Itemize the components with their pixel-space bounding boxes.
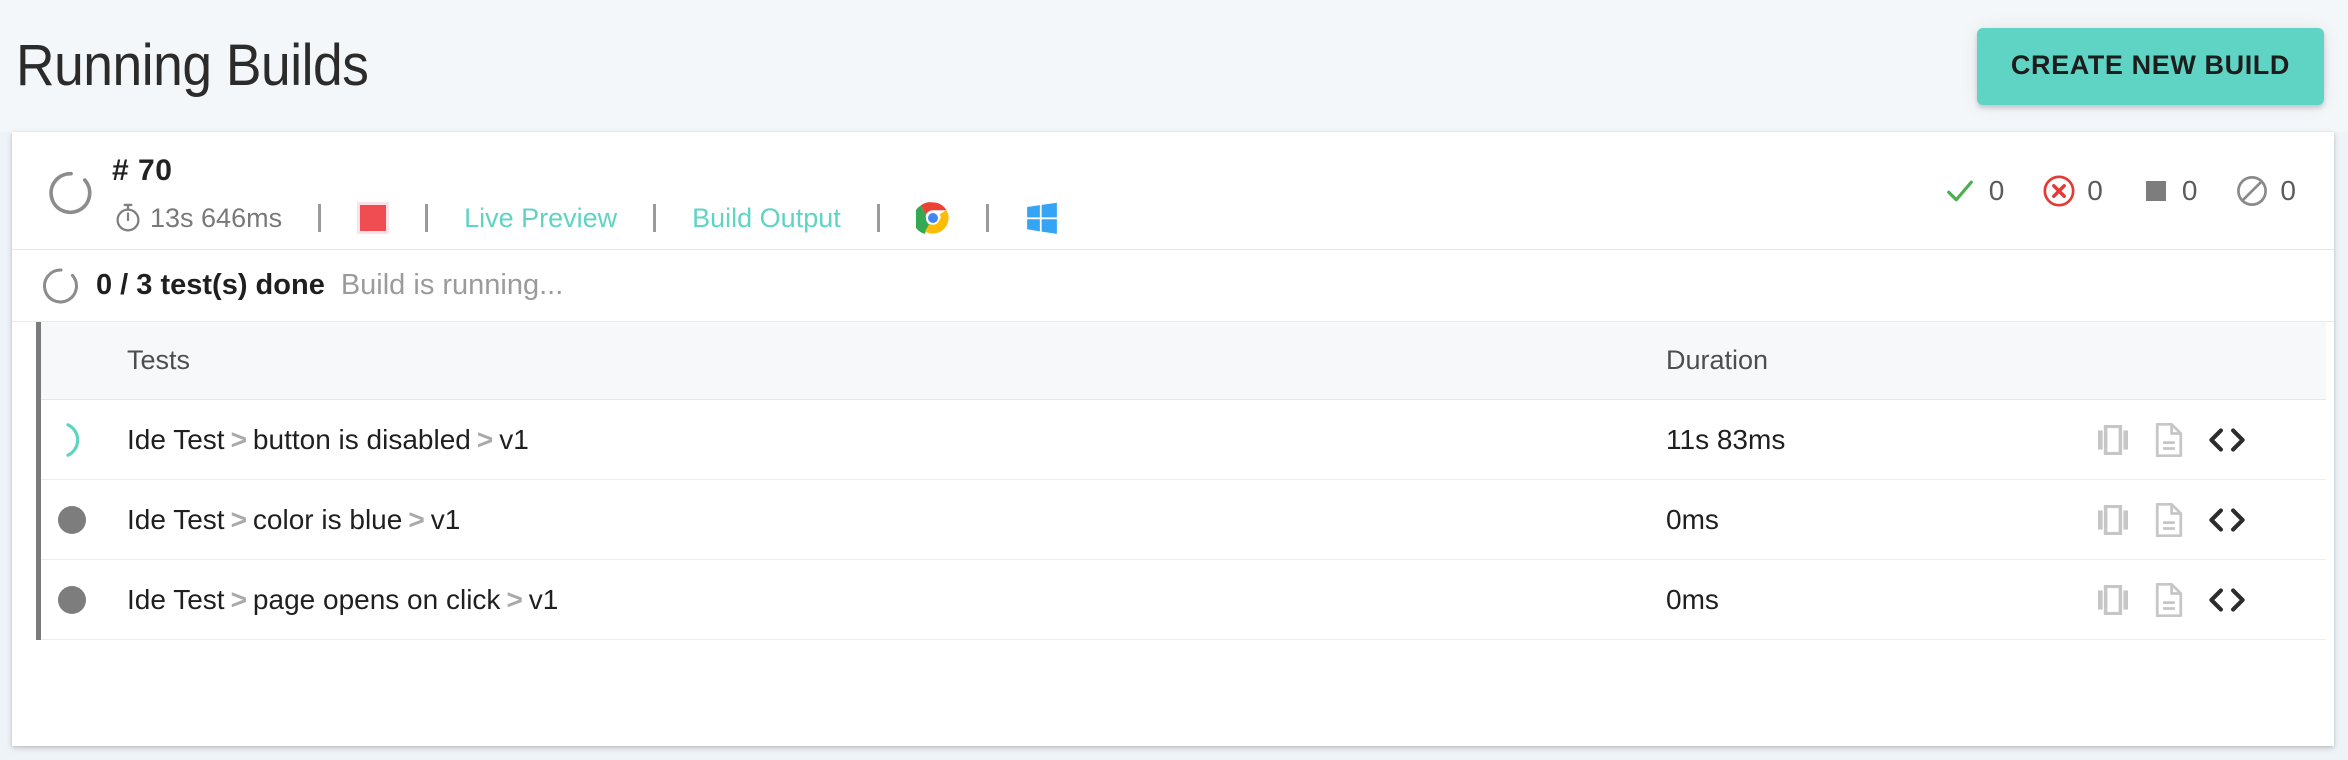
logs-document-icon[interactable]	[2154, 422, 2184, 457]
build-progress-row: 0 / 3 test(s) done Build is running...	[12, 250, 2334, 322]
running-spinner-icon	[49, 171, 92, 215]
row-actions	[2096, 582, 2326, 617]
table-row[interactable]: Ide Test > button is disabled > v1 11s 83ms	[41, 400, 2326, 480]
build-status-label: Build is running...	[340, 269, 564, 301]
test-running-spinner-icon	[66, 422, 80, 457]
code-icon[interactable]	[2208, 506, 2246, 534]
build-duration: 13s 646ms	[112, 202, 282, 234]
table-row[interactable]: Ide Test > color is blue > v1 0ms	[41, 480, 2326, 560]
divider	[389, 204, 464, 232]
build-duration-text: 13s 646ms	[150, 202, 283, 233]
check-icon	[1946, 180, 1973, 202]
error-circle-icon	[2043, 175, 2075, 207]
table-row[interactable]: Ide Test > page opens on click > v1 0ms	[41, 560, 2326, 640]
screenshots-icon[interactable]	[2096, 424, 2130, 455]
skipped-count: 0	[2235, 174, 2296, 208]
windows-icon[interactable]	[1025, 201, 1059, 235]
test-status	[41, 585, 103, 614]
test-name: Ide Test > color is blue > v1	[103, 504, 1666, 536]
test-status	[41, 420, 103, 460]
chrome-icon[interactable]	[915, 201, 950, 235]
live-preview-link[interactable]: Live Preview	[464, 203, 617, 234]
stopped-count: 0	[2141, 175, 2198, 207]
build-meta-row: 13s 646ms Live Preview Build Output	[112, 194, 1059, 242]
test-duration: 0ms	[1666, 503, 1719, 535]
separator-icon: >	[476, 423, 494, 455]
build-counters: 0 0 0 0	[1942, 132, 2296, 250]
tests-done-label: 0 / 3 test(s) done	[96, 269, 325, 301]
passed-count: 0	[1942, 175, 2005, 207]
test-pending-dot-icon	[58, 505, 86, 534]
failed-count: 0	[2042, 174, 2103, 208]
row-actions	[2096, 502, 2326, 537]
create-new-build-button[interactable]: CREATE NEW BUILD	[1976, 27, 2324, 105]
page-header: Running Builds CREATE NEW BUILD	[0, 0, 2348, 132]
test-duration: 0ms	[1666, 583, 1719, 615]
separator-icon: >	[408, 503, 425, 535]
test-name: Ide Test > page opens on click > v1	[103, 584, 1666, 616]
test-duration: 11s 83ms	[1666, 423, 1786, 455]
failed-count-value: 0	[2087, 175, 2103, 206]
screenshots-icon[interactable]	[2096, 504, 2130, 535]
test-case: button is disabled	[252, 423, 471, 455]
test-suite: Ide Test	[127, 503, 225, 535]
divider	[841, 204, 916, 232]
row-actions	[2096, 422, 2326, 457]
test-suite: Ide Test	[127, 423, 225, 455]
screenshots-icon[interactable]	[2096, 584, 2130, 615]
test-case: page opens on click	[252, 583, 501, 615]
divider	[950, 204, 1025, 232]
separator-icon: >	[230, 583, 247, 615]
square-icon	[2145, 181, 2166, 201]
build-id: # 70	[112, 154, 173, 187]
card-footer	[12, 640, 2334, 674]
stopped-count-value: 0	[2181, 175, 2198, 206]
test-version: v1	[528, 583, 559, 615]
table-header-row: Tests Duration	[41, 322, 2326, 400]
ban-icon	[2237, 176, 2268, 206]
test-name: Ide Test > button is disabled > v1	[103, 424, 1666, 456]
stopwatch-icon	[116, 203, 140, 232]
tests-column-header: Tests	[127, 345, 191, 375]
running-build-card: # 70 13s 646ms Live Preview Build Output	[12, 132, 2334, 746]
test-suite: Ide Test	[127, 583, 225, 615]
separator-icon: >	[230, 423, 247, 455]
divider	[282, 204, 357, 232]
test-version: v1	[499, 423, 529, 455]
test-version: v1	[430, 503, 461, 535]
page-title: Running Builds	[16, 33, 369, 98]
skipped-count-value: 0	[2280, 175, 2296, 206]
code-icon[interactable]	[2208, 426, 2246, 454]
test-status	[41, 505, 103, 534]
test-pending-dot-icon	[58, 585, 86, 614]
build-output-link[interactable]: Build Output	[692, 203, 841, 234]
logs-document-icon[interactable]	[2154, 502, 2184, 537]
stop-build-button[interactable]	[357, 202, 390, 234]
progress-spinner-icon	[43, 268, 78, 303]
build-header-row: # 70 13s 646ms Live Preview Build Output	[12, 132, 2334, 250]
separator-icon: >	[230, 503, 247, 535]
tests-table: Tests Duration Ide Test > button is disabl…	[36, 322, 2326, 640]
test-case: color is blue	[252, 503, 403, 535]
divider	[617, 204, 692, 232]
code-icon[interactable]	[2208, 586, 2246, 614]
separator-icon: >	[506, 583, 523, 615]
logs-document-icon[interactable]	[2154, 582, 2184, 617]
passed-count-value: 0	[1988, 175, 2005, 206]
duration-column-header: Duration	[1666, 345, 1769, 375]
